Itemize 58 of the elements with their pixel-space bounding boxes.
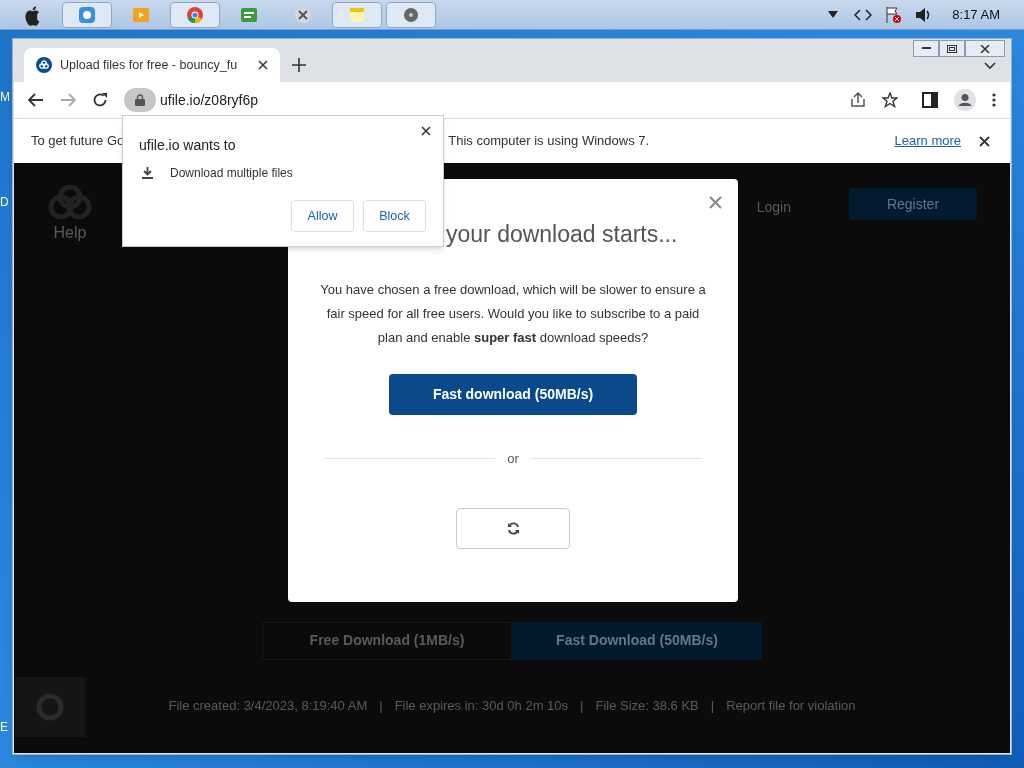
close-icon[interactable] bbox=[421, 126, 431, 136]
desktop-icon-label: D bbox=[0, 194, 9, 211]
tab-title: Upload files for free - bouncy_fu bbox=[60, 56, 239, 74]
maximize-button[interactable] bbox=[939, 40, 965, 57]
caret-icon[interactable] bbox=[828, 10, 839, 19]
popup-heading: ufile.io wants to bbox=[139, 136, 237, 155]
url-text: ufile.io/z08ryf6p bbox=[160, 90, 259, 110]
cloud-logo-icon bbox=[36, 57, 52, 73]
menu-icon[interactable] bbox=[992, 93, 996, 107]
new-tab-icon[interactable] bbox=[292, 58, 306, 72]
block-button[interactable]: Block bbox=[363, 200, 426, 232]
footer-separator: | bbox=[710, 696, 715, 715]
chrome-icon bbox=[186, 5, 204, 24]
profile-icon[interactable] bbox=[954, 89, 976, 111]
back-icon[interactable] bbox=[28, 93, 44, 107]
info-text: This computer is using Windows 7. bbox=[448, 132, 650, 151]
code-icon[interactable] bbox=[854, 7, 873, 22]
taskbar-button[interactable] bbox=[386, 1, 436, 28]
allow-button[interactable]: Allow bbox=[291, 200, 354, 232]
close-button[interactable] bbox=[965, 40, 1005, 57]
close-icon[interactable] bbox=[979, 135, 990, 147]
modal-message: You have chosen a free download, which will be slower to ensure a fair speed for all free users. Would you like to subscribe to a paid plan and enable super fast download speeds? bbox=[319, 280, 707, 347]
disc-icon bbox=[402, 5, 420, 24]
modal-title: your download starts... bbox=[446, 221, 678, 247]
taskbar-button[interactable] bbox=[62, 1, 112, 28]
file-info-text: File created: 3/4/2023, 8:19:40 AM bbox=[168, 696, 368, 715]
browser-tab[interactable]: Upload files for free - bouncy_fu bbox=[24, 48, 280, 82]
code-editor-icon bbox=[240, 5, 258, 24]
footer-separator: | bbox=[379, 696, 383, 715]
register-button[interactable]: Register bbox=[849, 188, 977, 220]
refresh-icon bbox=[506, 522, 520, 535]
minimize-icon bbox=[921, 47, 931, 50]
close-icon[interactable] bbox=[258, 60, 268, 70]
reload-icon[interactable] bbox=[92, 92, 108, 108]
or-separator: or bbox=[507, 449, 519, 468]
minimize-button[interactable] bbox=[913, 40, 939, 57]
media-player-icon bbox=[132, 5, 150, 24]
flag-icon[interactable] bbox=[884, 5, 903, 24]
side-panel-icon[interactable] bbox=[922, 92, 938, 108]
fast-download-button[interactable]: Fast download (50MB/s) bbox=[389, 373, 637, 415]
lock-icon[interactable] bbox=[135, 94, 145, 106]
permission-text: Download multiple files bbox=[170, 165, 293, 182]
share-icon[interactable] bbox=[850, 92, 866, 108]
download-icon bbox=[142, 167, 153, 179]
footer-separator: | bbox=[580, 696, 584, 715]
file-info-text: File expires in: 30d 0h 2m 10s bbox=[394, 696, 569, 715]
clock[interactable]: 8:17 AM bbox=[952, 4, 1000, 25]
download-button[interactable]: Fast Download (50MB/s) bbox=[512, 621, 762, 660]
restore-icon bbox=[947, 44, 957, 53]
star-icon[interactable] bbox=[882, 92, 898, 108]
notes-icon bbox=[348, 5, 366, 24]
desktop-icon-label: E bbox=[0, 719, 8, 736]
close-icon bbox=[980, 44, 990, 53]
taskbar-button[interactable] bbox=[170, 1, 220, 28]
file-info-text: File Size: 38.6 KB bbox=[595, 696, 699, 715]
chevron-down-icon[interactable] bbox=[984, 62, 996, 70]
desktop-icon-label: M bbox=[0, 89, 10, 106]
learn-more-link[interactable]: Learn more bbox=[894, 131, 961, 151]
